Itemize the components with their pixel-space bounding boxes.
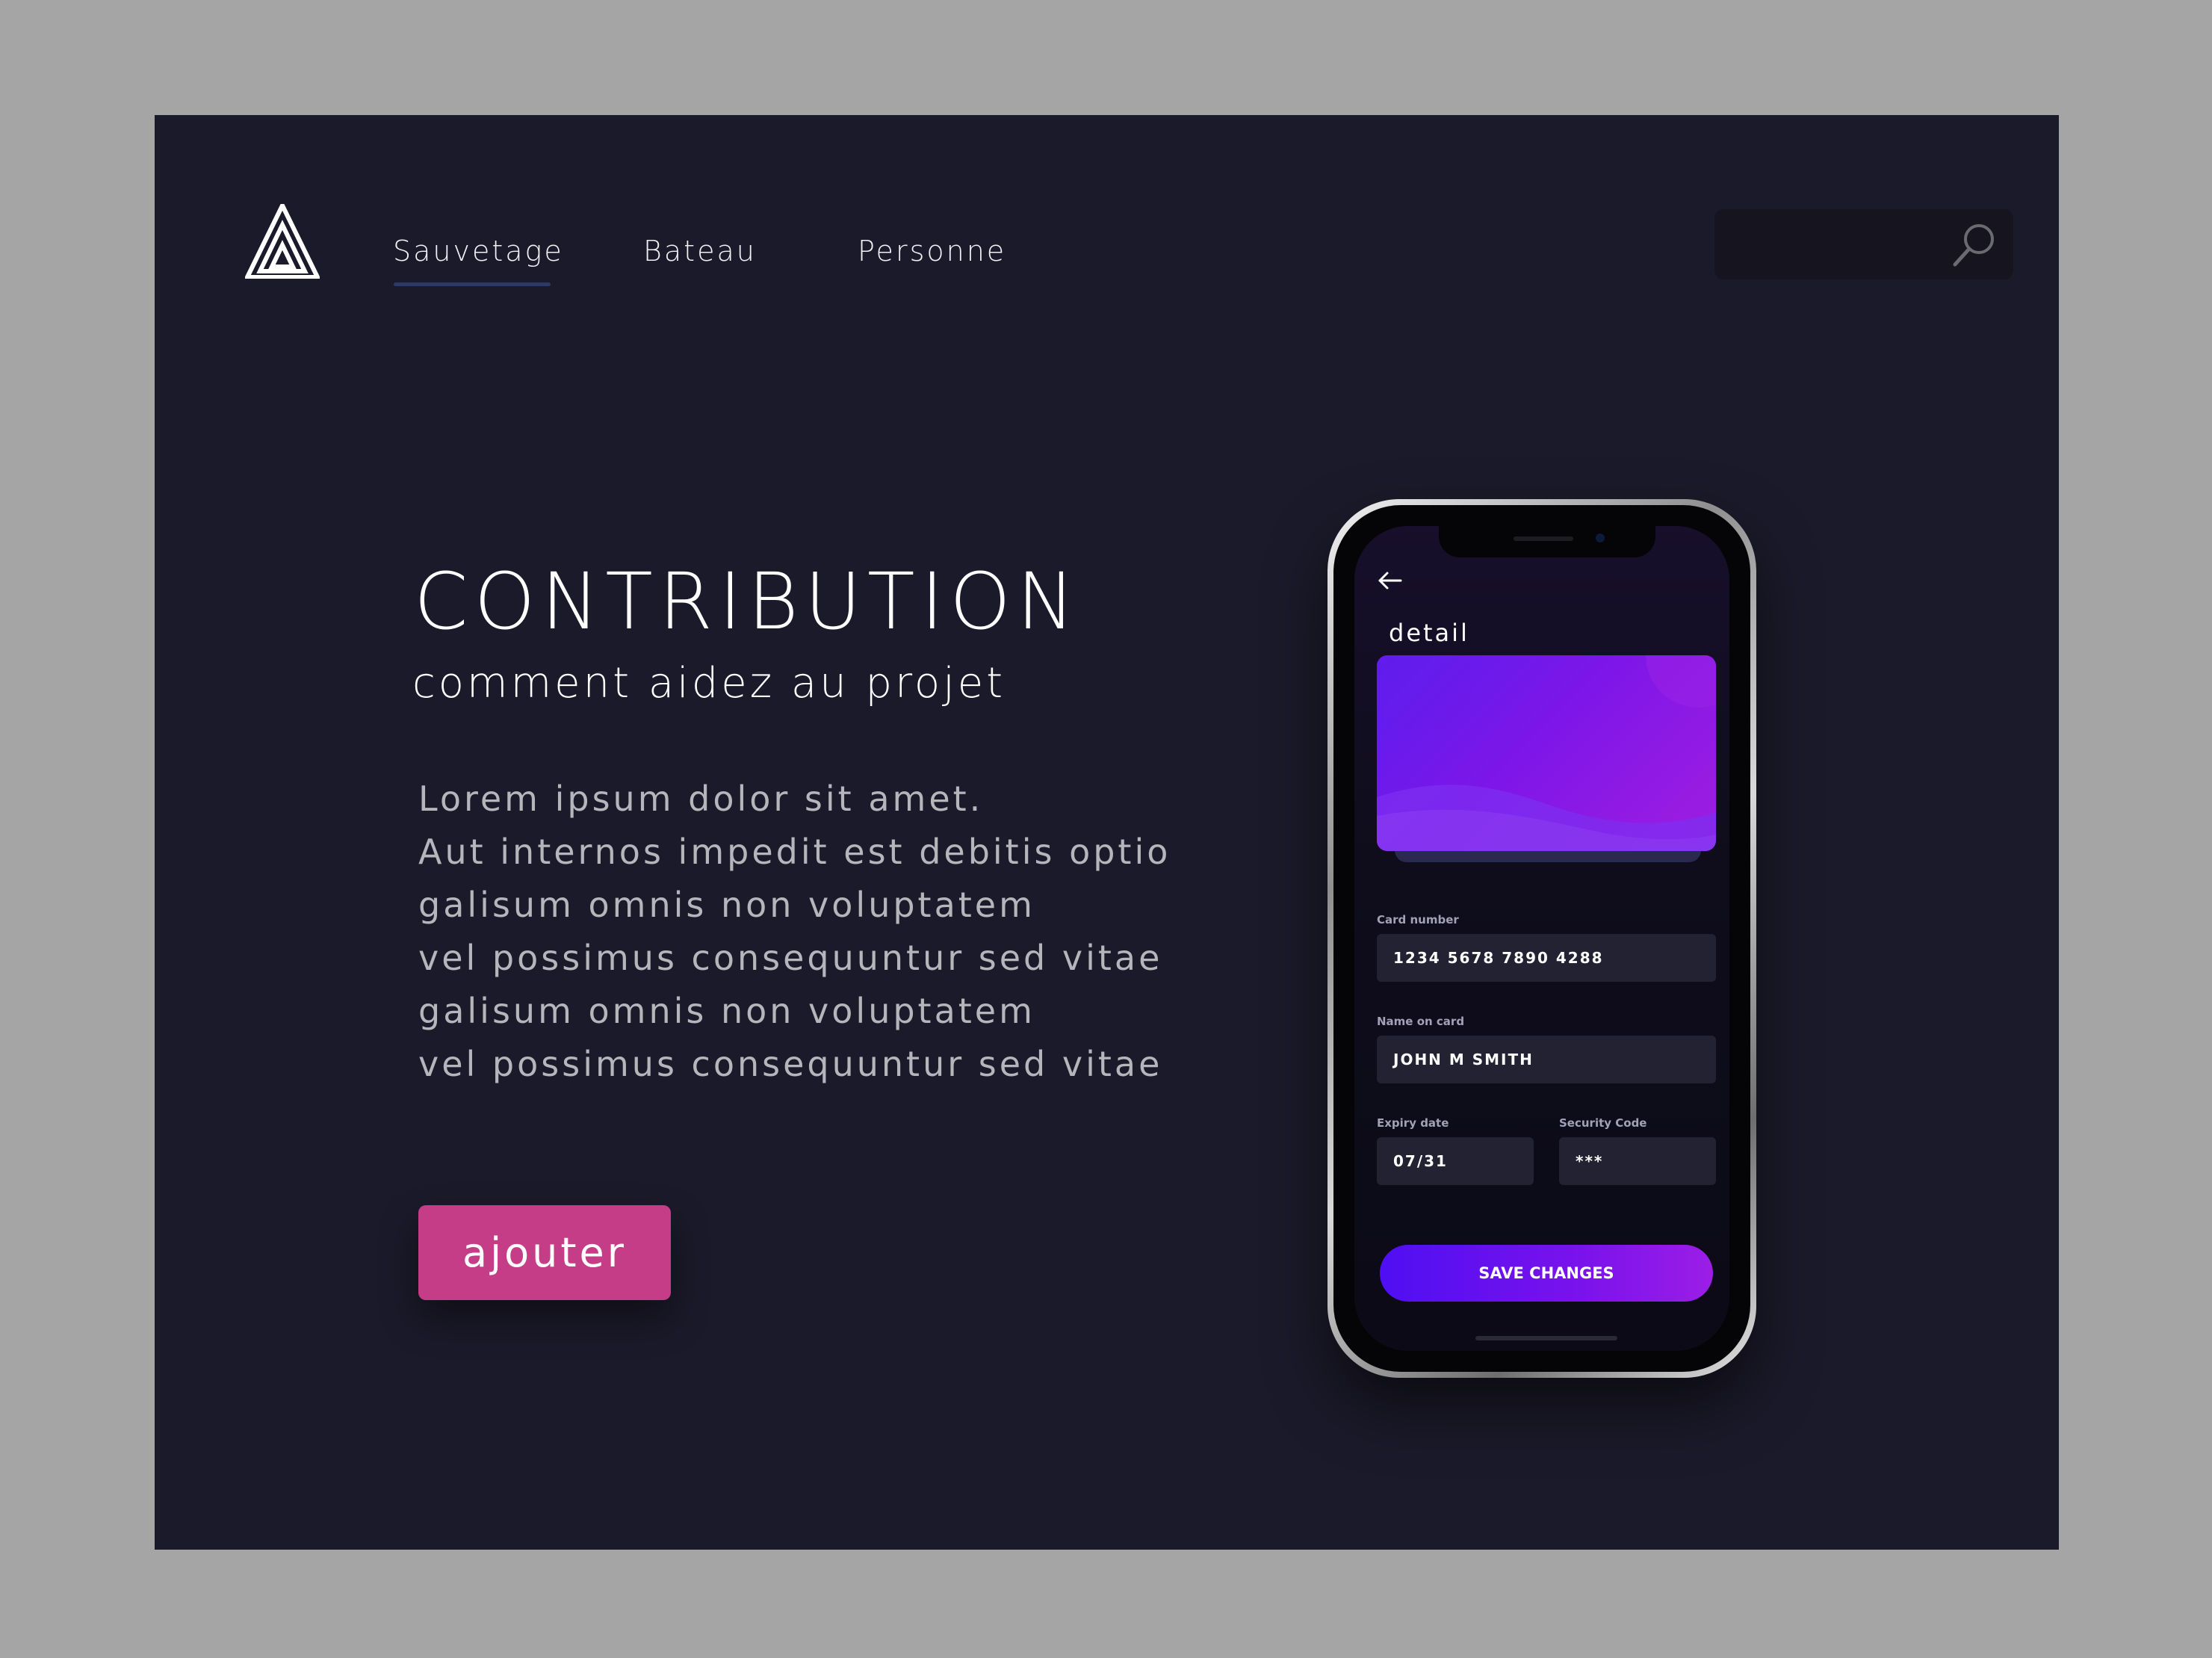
- card-number-label: Card number: [1377, 913, 1459, 927]
- description-line: Lorem ipsum dolor sit amet.: [418, 779, 984, 819]
- logo-icon[interactable]: [245, 204, 320, 279]
- camera-icon: [1596, 533, 1605, 542]
- back-arrow-icon[interactable]: [1375, 569, 1405, 592]
- expiry-date-field[interactable]: 07/31: [1377, 1137, 1534, 1185]
- phone-bezel: detail Card number 1234 5678 7890 4288 N…: [1333, 505, 1750, 1372]
- screen-title: detail: [1389, 619, 1469, 647]
- search-icon[interactable]: [1951, 221, 1998, 269]
- page-title: CONTRIBUTION: [414, 556, 1081, 647]
- phone-mockup: detail Card number 1234 5678 7890 4288 N…: [1327, 499, 1756, 1378]
- save-changes-button[interactable]: SAVE CHANGES: [1380, 1245, 1713, 1302]
- description-line: vel possimus consequuntur sed vitae: [418, 1044, 1163, 1084]
- phone-screen: detail Card number 1234 5678 7890 4288 N…: [1354, 526, 1729, 1351]
- name-on-card-label: Name on card: [1377, 1015, 1465, 1028]
- security-code-field[interactable]: ***: [1559, 1137, 1716, 1185]
- security-code-label: Security Code: [1559, 1116, 1647, 1130]
- page-subtitle: comment aidez au projet: [412, 659, 1006, 708]
- card-number-field[interactable]: 1234 5678 7890 4288: [1377, 934, 1716, 982]
- description-line: galisum omnis non voluptatem: [418, 991, 1035, 1031]
- hero-description: Lorem ipsum dolor sit amet. Aut internos…: [418, 773, 1171, 1091]
- home-indicator[interactable]: [1475, 1336, 1617, 1340]
- nav-item-bateau[interactable]: Bateau: [643, 235, 757, 267]
- description-line: galisum omnis non voluptatem: [418, 885, 1035, 925]
- add-button[interactable]: ajouter: [418, 1205, 671, 1300]
- nav-active-indicator: [394, 282, 551, 286]
- search-input[interactable]: [1714, 209, 2013, 279]
- name-on-card-field[interactable]: JOHN M SMITH: [1377, 1036, 1716, 1083]
- card-wave-graphic: [1377, 655, 1716, 851]
- nav-item-personne[interactable]: Personne: [858, 235, 1006, 267]
- description-line: Aut internos impedit est debitis optio: [418, 832, 1171, 872]
- page-frame: Sauvetage Bateau Personne CONTRIBUTION c…: [155, 115, 2059, 1550]
- phone-notch: [1439, 526, 1655, 557]
- description-line: vel possimus consequuntur sed vitae: [418, 938, 1163, 978]
- expiry-date-label: Expiry date: [1377, 1116, 1449, 1130]
- speaker-grille: [1514, 536, 1573, 541]
- credit-card-preview[interactable]: [1377, 655, 1716, 851]
- nav-item-sauvetage[interactable]: Sauvetage: [393, 235, 564, 267]
